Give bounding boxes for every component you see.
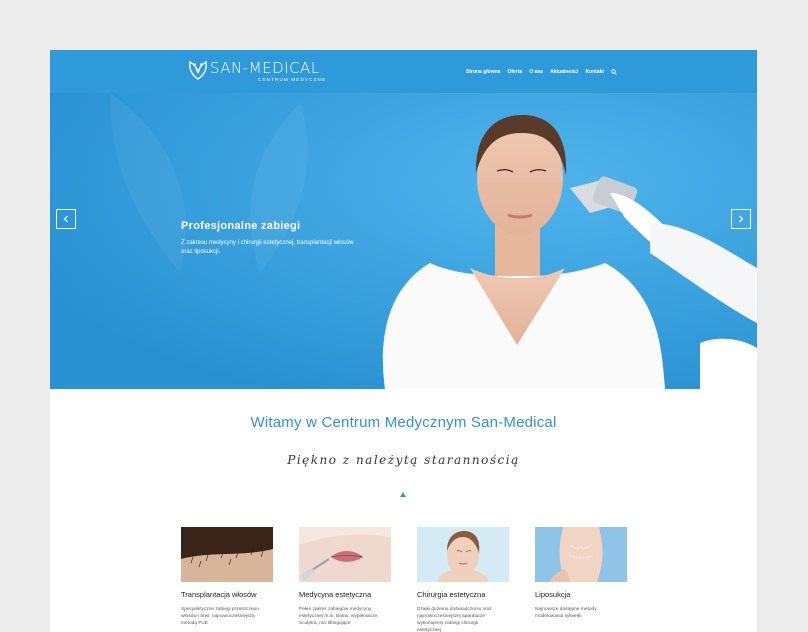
search-icon[interactable] [611, 69, 617, 75]
service-image-face [417, 527, 509, 582]
service-text: Specjalistyczne zabiegi przeszczepu włos… [181, 607, 259, 626]
nav-item-about[interactable]: O nas [529, 69, 543, 75]
hero-description: Z zakresu medycyny i chirurgii estetyczn… [181, 240, 354, 255]
logo-subtitle: CENTRUM MEDYCZNE [258, 77, 327, 82]
service-text: Najnowsze dostępne metody modelowania sy… [535, 607, 597, 619]
site-header: SAN-MEDICAL CENTRUM MEDYCZNE Strona głów… [50, 50, 757, 93]
slider-prev-button[interactable] [56, 209, 76, 229]
service-title: Liposukcja [535, 590, 571, 599]
service-card-hair[interactable]: Transplantacja włosów Specjalistyczne za… [181, 527, 273, 627]
nav-item-offer[interactable]: Oferta [507, 69, 522, 75]
chevron-left-icon [63, 215, 68, 223]
main-nav: Strona główna Oferta O nas Aktualności K… [466, 69, 617, 75]
welcome-heading: Witamy w Centrum Medycznym San-Medical [250, 414, 557, 431]
logo-leaf-icon [189, 60, 207, 80]
service-text: Dzięki dużemu doświadczeniu oraz najnowo… [417, 607, 492, 632]
logo-text: SAN-MEDICAL [210, 59, 320, 77]
service-card-liposuction[interactable]: Liposukcja Najnowsze dostępne metody mod… [535, 527, 627, 620]
service-image-body [535, 527, 627, 582]
tagline: Piękno z należytą starannością [287, 453, 520, 467]
service-card-aesthetic-surgery[interactable]: Chirurgia estetyczna Dzięki dużemu doświ… [417, 527, 509, 632]
service-title: Medycyna estetyczna [299, 590, 372, 599]
hero-image [50, 93, 757, 389]
chevron-right-icon [739, 215, 744, 223]
nav-item-contact[interactable]: Kontakt [585, 69, 604, 75]
triangle-divider-icon [400, 492, 406, 497]
service-image-lips [299, 527, 391, 582]
service-title: Chirurgia estetyczna [417, 590, 486, 599]
nav-item-home[interactable]: Strona główna [466, 69, 500, 75]
service-card-aesthetic-medicine[interactable]: Medycyna estetyczna Pełen zakres zabiegó… [299, 527, 391, 627]
slider-next-button[interactable] [731, 209, 751, 229]
website-mockup: SAN-MEDICAL CENTRUM MEDYCZNE Strona głów… [50, 50, 757, 632]
service-text: Pełen zakres zabiegów medycyny estetyczn… [299, 607, 379, 626]
hero-slider: Profesjonalne zabiegi Z zakresu medycyny… [50, 93, 757, 389]
service-image-hair [181, 527, 273, 582]
service-title: Transplantacja włosów [181, 590, 257, 599]
nav-item-news[interactable]: Aktualności [550, 69, 578, 75]
hero-title: Profesjonalne zabiegi [181, 220, 301, 232]
